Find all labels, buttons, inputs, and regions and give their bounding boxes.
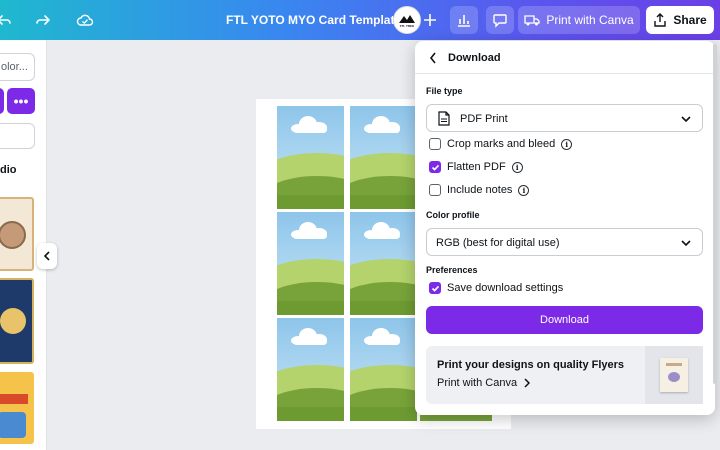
crop-marks-option[interactable]: Crop marks and bleed i bbox=[429, 137, 573, 151]
print-with-canva-button[interactable]: Print with Canva bbox=[518, 6, 640, 34]
comment-icon bbox=[493, 14, 507, 28]
info-icon[interactable]: i bbox=[561, 138, 573, 150]
print-with-canva-link[interactable]: Print with Canva bbox=[437, 377, 531, 389]
chevron-down-icon bbox=[681, 116, 691, 123]
insights-button[interactable] bbox=[450, 6, 478, 34]
more-options-button[interactable]: ••• bbox=[7, 88, 35, 114]
panel-title: Download bbox=[448, 52, 501, 64]
card-placeholder[interactable] bbox=[277, 318, 344, 421]
share-label: Share bbox=[673, 13, 707, 27]
plus-icon[interactable] bbox=[418, 8, 442, 32]
flatten-pdf-option[interactable]: Flatten PDF i bbox=[429, 160, 523, 174]
top-bar: FTL YOTO MYO Card Template FTL TREK Prin… bbox=[0, 0, 720, 40]
panel-header: Download bbox=[415, 41, 715, 74]
avatar-text: FTL TREK bbox=[399, 24, 415, 28]
file-type-value: PDF Print bbox=[460, 113, 508, 125]
include-notes-option[interactable]: Include notes i bbox=[429, 183, 530, 197]
file-type-label: File type bbox=[426, 86, 463, 96]
include-notes-label: Include notes bbox=[447, 184, 513, 196]
color-profile-select[interactable]: RGB (best for digital use) bbox=[426, 228, 703, 256]
document-title[interactable]: FTL YOTO MYO Card Template bbox=[226, 13, 401, 27]
secondary-input[interactable] bbox=[0, 123, 35, 149]
cloud-icon bbox=[364, 222, 402, 239]
save-settings-option[interactable]: Save download settings bbox=[429, 281, 563, 295]
undo-icon[interactable] bbox=[0, 8, 16, 32]
section-label: dio bbox=[0, 164, 17, 176]
file-type-select[interactable]: PDF Print bbox=[426, 104, 703, 132]
crop-marks-label: Crop marks and bleed bbox=[447, 138, 556, 150]
insights-chart-icon bbox=[458, 15, 470, 27]
chevron-down-icon bbox=[681, 240, 691, 247]
avatar-logo-icon bbox=[399, 15, 415, 23]
panel-scrollbar[interactable] bbox=[713, 44, 717, 384]
promo-title: Print your designs on quality Flyers bbox=[437, 359, 625, 371]
info-icon[interactable]: i bbox=[511, 161, 523, 173]
color-profile-value: RGB (best for digital use) bbox=[436, 237, 560, 249]
template-thumbnail[interactable] bbox=[0, 197, 34, 271]
chevron-left-icon bbox=[429, 52, 436, 64]
info-icon[interactable]: i bbox=[518, 184, 530, 196]
template-thumbnail[interactable] bbox=[0, 278, 34, 364]
cloud-icon bbox=[291, 222, 329, 239]
upload-icon bbox=[654, 13, 667, 27]
truck-icon bbox=[524, 15, 540, 26]
collapse-panel-button[interactable] bbox=[37, 243, 57, 269]
save-settings-label: Save download settings bbox=[447, 282, 564, 294]
avatar[interactable]: FTL TREK bbox=[393, 6, 421, 34]
comment-button[interactable] bbox=[486, 6, 514, 34]
save-settings-checkbox[interactable] bbox=[429, 282, 441, 294]
template-thumbnail[interactable] bbox=[0, 372, 34, 444]
cloud-icon bbox=[291, 328, 329, 345]
check-icon bbox=[431, 164, 439, 171]
card-placeholder[interactable] bbox=[350, 106, 417, 209]
card-placeholder[interactable] bbox=[350, 212, 417, 315]
cloud-saved-icon[interactable] bbox=[73, 8, 97, 32]
crop-marks-checkbox[interactable] bbox=[429, 138, 441, 150]
cloud-icon bbox=[364, 116, 402, 133]
download-button[interactable]: Download bbox=[426, 306, 703, 334]
color-profile-label: Color profile bbox=[426, 210, 480, 220]
flatten-pdf-label: Flatten PDF bbox=[447, 161, 506, 173]
search-input[interactable]: olor... bbox=[0, 53, 35, 81]
flyer-preview-image bbox=[645, 346, 703, 404]
cloud-icon bbox=[291, 116, 329, 133]
include-notes-checkbox[interactable] bbox=[429, 184, 441, 196]
download-panel: Download File type PDF Print Crop marks … bbox=[415, 41, 715, 415]
filter-button[interactable] bbox=[0, 88, 4, 114]
card-placeholder[interactable] bbox=[350, 318, 417, 421]
chevron-left-icon bbox=[43, 251, 50, 261]
check-icon bbox=[431, 285, 439, 292]
card-placeholder-edge bbox=[420, 415, 492, 421]
flatten-pdf-checkbox[interactable] bbox=[429, 161, 441, 173]
print-label: Print with Canva bbox=[546, 13, 634, 27]
card-placeholder[interactable] bbox=[277, 212, 344, 315]
chevron-right-icon bbox=[524, 378, 531, 388]
promo-link-label: Print with Canva bbox=[437, 377, 518, 389]
preferences-label: Preferences bbox=[426, 265, 478, 275]
card-placeholder[interactable] bbox=[277, 106, 344, 209]
redo-icon[interactable] bbox=[31, 8, 55, 32]
document-icon bbox=[438, 111, 450, 126]
back-button[interactable] bbox=[425, 50, 441, 66]
cloud-icon bbox=[364, 328, 402, 345]
print-promo-card[interactable]: Print your designs on quality Flyers Pri… bbox=[426, 346, 703, 404]
share-button[interactable]: Share bbox=[646, 6, 714, 34]
